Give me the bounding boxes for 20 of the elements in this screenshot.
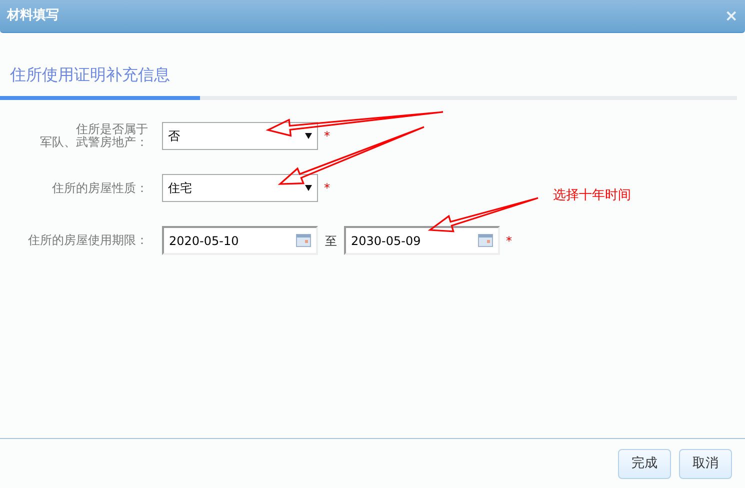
annotation-text: 选择十年时间 — [553, 187, 631, 205]
dropdown-field[interactable]: 住宅 — [162, 174, 318, 202]
window-title: 材料填写 — [7, 7, 59, 26]
required-mark: * — [324, 128, 330, 145]
caret-icon — [305, 133, 312, 139]
range-separator: 至 — [325, 232, 337, 250]
date-field[interactable]: 2020-05-10 — [162, 226, 318, 255]
field-label: 住所的房屋性质： — [51, 182, 149, 194]
required-mark: * — [506, 232, 512, 250]
calendar-icon[interactable] — [296, 234, 311, 247]
dialog-button[interactable]: 取消 — [679, 448, 732, 478]
dialog-button[interactable]: 完成 — [618, 448, 671, 478]
required-mark: * — [324, 180, 330, 197]
calendar-icon[interactable] — [478, 234, 493, 247]
caret-icon — [305, 185, 312, 191]
section-title: 住所使用证明补充信息 — [10, 65, 170, 84]
field-label: 住所是否属于 军队、武警房地产： — [39, 123, 149, 149]
date-field[interactable]: 2030-05-09 — [344, 226, 500, 255]
dropdown-field[interactable]: 否 — [162, 122, 318, 150]
field-label: 住所的房屋使用期限： — [27, 234, 149, 247]
